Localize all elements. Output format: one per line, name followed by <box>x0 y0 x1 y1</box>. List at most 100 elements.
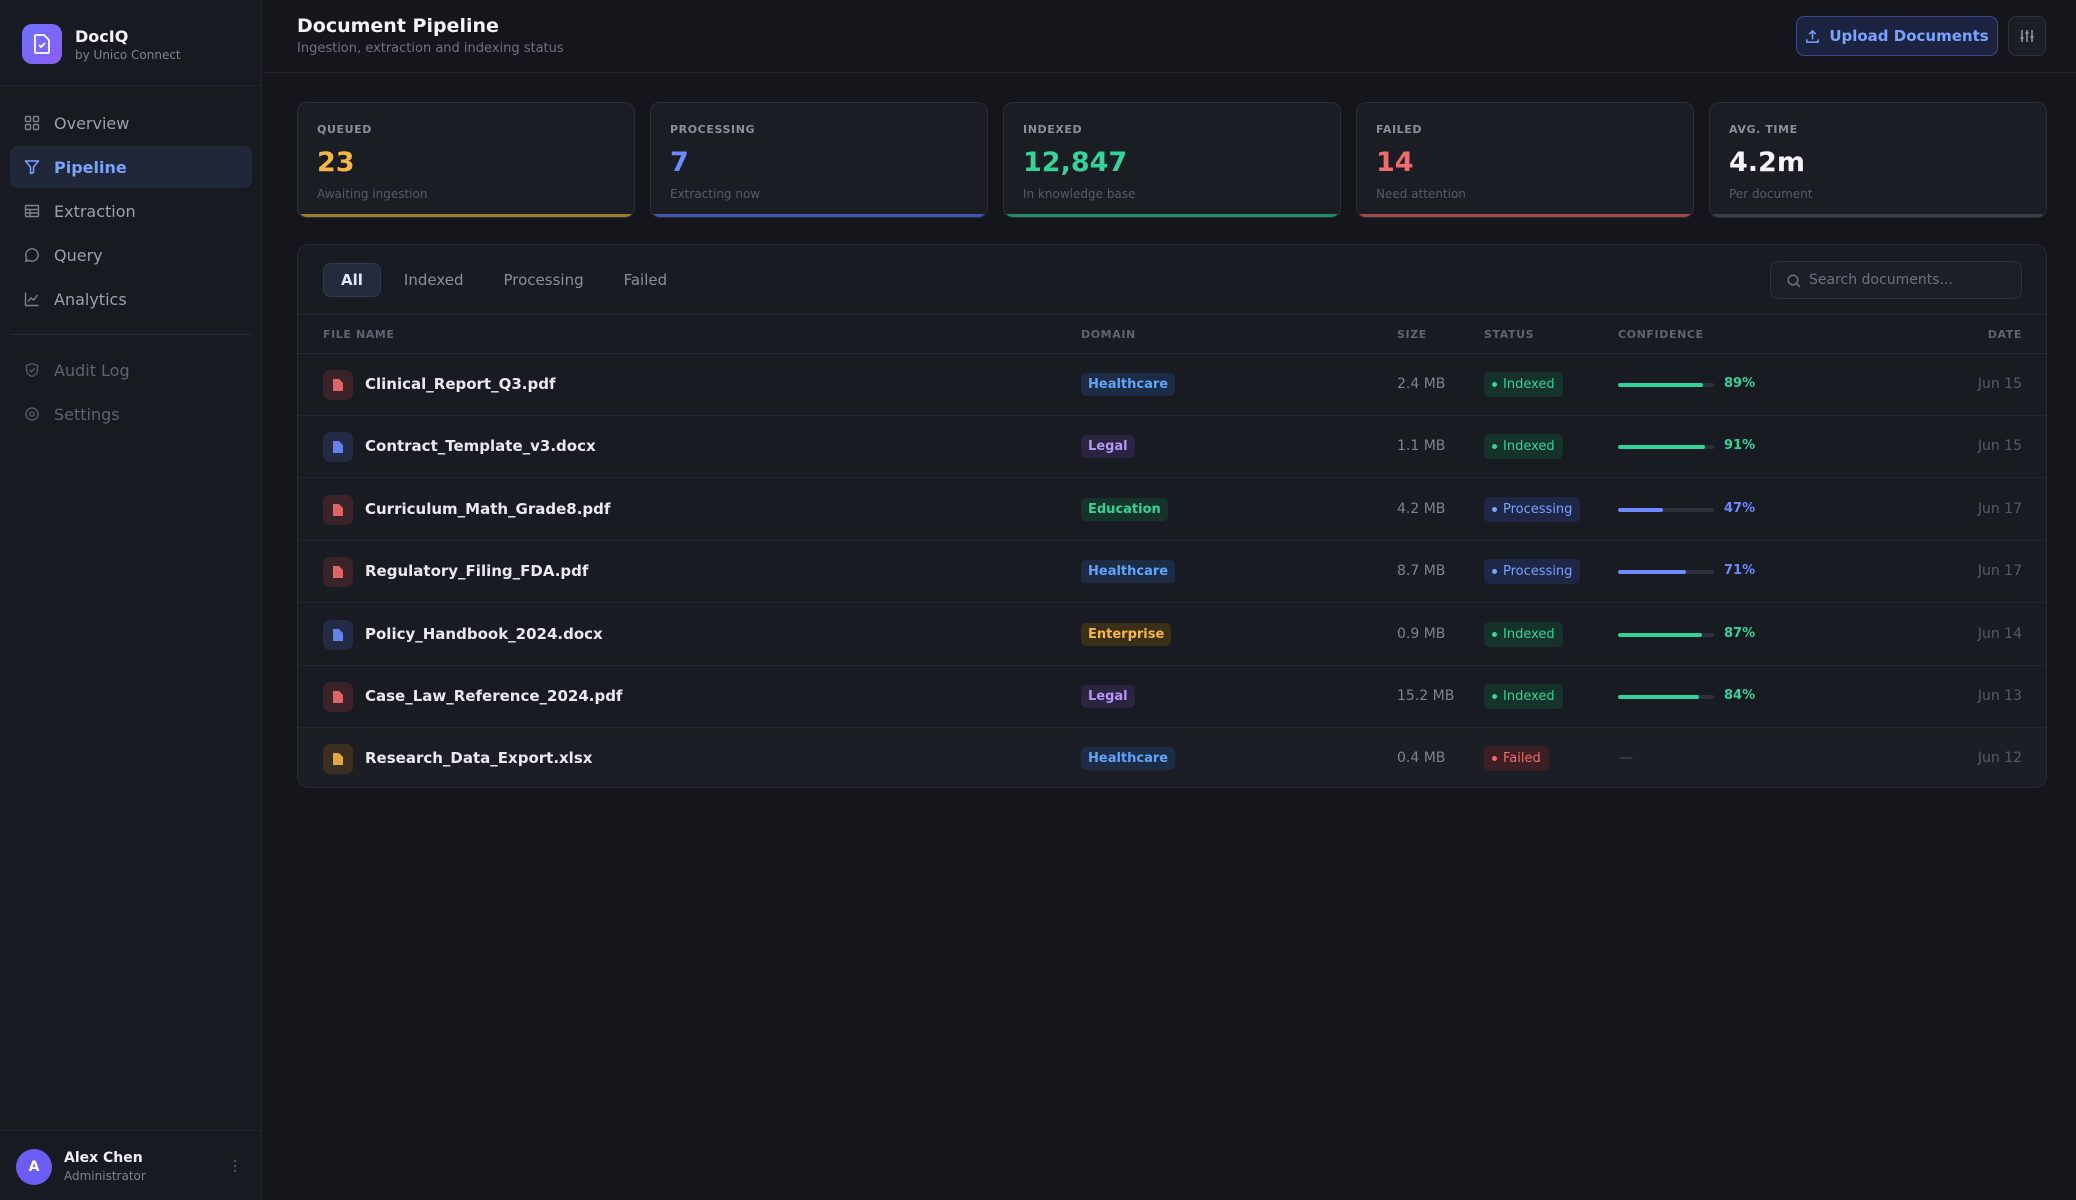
confidence-bar <box>1618 695 1714 699</box>
spreadsheet-file-icon <box>323 744 353 775</box>
sidebar-item-extraction[interactable]: Extraction <box>10 190 252 232</box>
domain-badge: Healthcare <box>1081 747 1176 771</box>
table-icon <box>23 202 41 220</box>
table-header: FILE NAME DOMAIN SIZE STATUS CONFIDENCE … <box>298 314 2046 354</box>
tab-failed[interactable]: Failed <box>607 263 685 297</box>
stat-accent-bar <box>651 214 987 217</box>
sidebar-item-query[interactable]: Query <box>10 234 252 276</box>
sidebar-item-overview[interactable]: Overview <box>10 102 252 144</box>
status-badge: Processing <box>1484 559 1581 585</box>
more-vertical-icon[interactable] <box>228 1155 242 1177</box>
file-size: 1.1 MB <box>1397 438 1446 455</box>
tab-indexed[interactable]: Indexed <box>387 263 481 297</box>
confidence-bar-fill <box>1618 507 1664 512</box>
table-row[interactable]: Curriculum_Math_Grade8.pdf Education 4.2 M… <box>298 479 2046 541</box>
column-header-confidence[interactable]: CONFIDENCE <box>1618 328 1704 341</box>
domain-badge: Legal <box>1081 435 1135 459</box>
file-name[interactable]: Clinical_Report_Q3.pdf <box>365 375 556 393</box>
pdf-file-icon <box>323 494 353 525</box>
sidebar-item-pipeline[interactable]: Pipeline <box>10 146 252 188</box>
stat-subtitle: Need attention <box>1376 187 1466 201</box>
grid-icon <box>23 114 41 132</box>
status-dot <box>1492 694 1497 699</box>
stat-label: QUEUED <box>317 123 372 136</box>
file-name[interactable]: Curriculum_Math_Grade8.pdf <box>365 500 610 518</box>
status-label: Failed <box>1503 751 1541 767</box>
confidence-value: 84% <box>1724 688 1756 703</box>
status-dot <box>1492 382 1497 387</box>
status-dot <box>1492 569 1497 575</box>
shield-check-icon <box>23 361 41 379</box>
table-row[interactable]: Research_Data_Export.xlsx Healthcare 0.4 M… <box>298 728 2046 787</box>
sidebar-item-settings[interactable]: Settings <box>10 393 252 435</box>
sidebar-item-label: Overview <box>54 113 130 133</box>
confidence-value: 89% <box>1724 376 1756 391</box>
stat-subtitle: Extracting now <box>670 187 761 201</box>
file-name[interactable]: Contract_Template_v3.docx <box>365 437 596 455</box>
status-badge: Indexed <box>1484 684 1563 709</box>
user-role: Administrator <box>64 1169 146 1183</box>
docs-logo-icon[interactable] <box>22 24 62 64</box>
brand-header: DocIQ by Unico Connect <box>0 0 262 86</box>
search-box <box>1770 261 2022 299</box>
sidebar-item-label: Extraction <box>54 201 136 221</box>
table-row[interactable]: Contract_Template_v3.docx Legal 1.1 MB Inde… <box>298 416 2046 479</box>
confidence-bar <box>1618 383 1714 387</box>
stat-label: AVG. TIME <box>1729 123 1798 136</box>
column-header-file-name[interactable]: FILE NAME <box>323 328 395 341</box>
table-row[interactable]: Regulatory_Filing_FDA.pdf Healthcare 8.7 M… <box>298 541 2046 604</box>
domain-badge: Healthcare <box>1081 560 1176 584</box>
file-name[interactable]: Research_Data_Export.xlsx <box>365 749 592 767</box>
tab-all[interactable]: All <box>323 263 381 297</box>
column-header-status[interactable]: STATUS <box>1484 328 1534 341</box>
filter-tabs: All Indexed Processing Failed <box>323 263 684 297</box>
sidebar-divider <box>10 334 252 335</box>
stat-value: 14 <box>1376 147 1414 178</box>
chat-icon <box>23 246 41 264</box>
stat-card-processing: PROCESSING 7 Extracting now <box>650 102 988 218</box>
table-row[interactable]: Clinical_Report_Q3.pdf Healthcare 2.4 MB In… <box>298 354 2046 416</box>
stat-accent-bar <box>298 214 634 217</box>
status-badge: Indexed <box>1484 434 1563 460</box>
upload-date: Jun 13 <box>1977 688 2022 704</box>
file-size: 4.2 MB <box>1397 500 1446 517</box>
pdf-file-icon <box>323 557 353 588</box>
column-header-size[interactable]: SIZE <box>1397 328 1427 341</box>
table-row[interactable]: Case_Law_Reference_2024.pdf Legal 15.2 MB I… <box>298 666 2046 728</box>
tab-processing[interactable]: Processing <box>487 263 601 297</box>
sidebar-item-audit-log[interactable]: Audit Log <box>10 349 252 391</box>
status-label: Indexed <box>1503 689 1555 704</box>
stat-label: PROCESSING <box>670 123 756 136</box>
upload-date: Jun 17 <box>1977 563 2022 580</box>
confidence-bar <box>1618 632 1714 637</box>
file-name[interactable]: Case_Law_Reference_2024.pdf <box>365 687 622 705</box>
file-name[interactable]: Policy_Handbook_2024.docx <box>365 625 603 643</box>
upload-documents-button[interactable]: Upload Documents <box>1796 16 1998 56</box>
stat-card-queued: QUEUED 23 Awaiting ingestion <box>297 102 635 218</box>
filter-settings-button[interactable] <box>2008 16 2046 56</box>
status-label: Indexed <box>1503 626 1555 642</box>
user-name: Alex Chen <box>64 1150 143 1166</box>
domain-badge: Legal <box>1081 685 1135 708</box>
table-row[interactable]: Policy_Handbook_2024.docx Enterprise 0.9 M… <box>298 604 2046 666</box>
avatar[interactable]: A <box>16 1149 52 1185</box>
sidebar-item-analytics[interactable]: Analytics <box>10 278 252 320</box>
upload-date: Jun 15 <box>1977 438 2022 455</box>
doc-file-icon <box>323 432 353 463</box>
column-header-date[interactable]: DATE <box>1988 328 2022 341</box>
pdf-file-icon <box>323 682 353 712</box>
confidence-bar-fill <box>1618 570 1687 575</box>
file-size: 8.7 MB <box>1397 563 1446 580</box>
status-badge: Indexed <box>1484 372 1563 397</box>
stat-subtitle: In knowledge base <box>1023 187 1136 201</box>
brand-subtitle: by Unico Connect <box>75 48 181 62</box>
confidence-bar <box>1618 445 1714 450</box>
search-icon <box>1787 274 1801 288</box>
file-name[interactable]: Regulatory_Filing_FDA.pdf <box>365 562 588 580</box>
user-profile[interactable]: A Alex Chen Administrator <box>0 1130 262 1200</box>
funnel-icon <box>23 158 41 176</box>
search-input[interactable] <box>1809 262 2015 298</box>
confidence-bar-fill <box>1618 383 1704 387</box>
brand-name: DocIQ <box>75 27 129 46</box>
column-header-domain[interactable]: DOMAIN <box>1081 328 1136 341</box>
